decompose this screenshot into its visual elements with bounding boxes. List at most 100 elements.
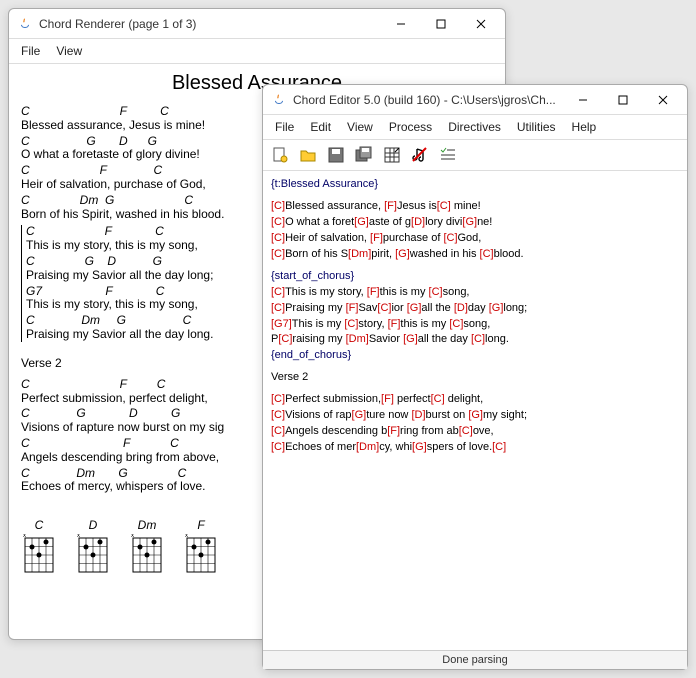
lyric-token: pirit, <box>371 248 395 260</box>
lyric-token: long. <box>485 333 509 345</box>
grid-icon[interactable] <box>381 144 403 166</box>
chord-token: [D] <box>411 216 425 228</box>
lyric-token: burst on <box>426 409 469 421</box>
menu-directives[interactable]: Directives <box>440 117 509 137</box>
menu-help[interactable]: Help <box>564 117 605 137</box>
lyric-token: aste of g <box>369 216 411 228</box>
renderer-titlebar: Chord Renderer (page 1 of 3) <box>9 9 505 39</box>
chord-diagram-d: Dx <box>75 518 111 576</box>
chord-token: [C] <box>271 286 285 298</box>
chord-token: [G] <box>407 302 422 314</box>
menu-view[interactable]: View <box>48 41 90 61</box>
lyric-token: Echoes of mer <box>285 441 356 453</box>
close-button[interactable] <box>643 86 683 114</box>
lyric-token: all the <box>421 302 453 314</box>
lyric-token: my sight; <box>483 409 527 421</box>
svg-text:x: x <box>131 534 134 539</box>
menu-view[interactable]: View <box>339 117 381 137</box>
java-icon <box>17 16 33 32</box>
lyric-token: raising my <box>292 333 345 345</box>
lyric-token: Blessed assurance, <box>285 200 384 212</box>
renderer-menubar: FileView <box>9 39 505 64</box>
lyric-token: this is my <box>400 318 449 330</box>
editor-line: [C]Praising my [F]Sav[C]ior [G]all the [… <box>271 301 679 317</box>
maximize-button[interactable] <box>603 86 643 114</box>
chord-token: [F] <box>384 200 397 212</box>
chord-token: [C] <box>429 286 443 298</box>
menu-file[interactable]: File <box>267 117 302 137</box>
editor-toolbar <box>263 140 687 171</box>
lyric-token: blood. <box>494 248 524 260</box>
lyric-token: Perfect submission, <box>285 393 381 405</box>
chord-token: [C] <box>344 318 358 330</box>
chord-token: [C] <box>271 216 285 228</box>
lyric-token: song, <box>463 318 490 330</box>
chord-token: [G7] <box>271 318 292 330</box>
lyric-token: God, <box>458 232 482 244</box>
chord-token: [Dm] <box>348 248 371 260</box>
menu-process[interactable]: Process <box>381 117 440 137</box>
fretboard-icon: x <box>129 534 165 576</box>
editor-text-area[interactable]: {t:Blessed Assurance}[C]Blessed assuranc… <box>263 171 687 650</box>
chord-token: [C] <box>480 248 494 260</box>
editor-line: {t:Blessed Assurance} <box>271 177 679 193</box>
diagram-label: D <box>89 518 98 532</box>
chord-token: [G] <box>489 302 504 314</box>
lyric-token: Heir of salvation, <box>285 232 370 244</box>
editor-line: {end_of_chorus} <box>271 348 679 364</box>
chord-token: [C] <box>459 425 473 437</box>
disable-music-icon[interactable] <box>409 144 431 166</box>
lyric-token: all the day <box>418 333 471 345</box>
close-button[interactable] <box>461 10 501 38</box>
editor-line: [C]Born of his S[Dm]pirit, [G]washed in … <box>271 247 679 263</box>
menu-file[interactable]: File <box>13 41 48 61</box>
chord-token: [C] <box>431 393 445 405</box>
editor-line: {start_of_chorus} <box>271 269 679 285</box>
lyric-token: perfect <box>394 393 431 405</box>
chord-token: [C] <box>271 200 285 212</box>
fretboard-icon: x <box>21 534 57 576</box>
lyric-token: song, <box>443 286 470 298</box>
lyric-token: Born of his S <box>285 248 348 260</box>
lyric-token: cy, whi <box>379 441 412 453</box>
minimize-button[interactable] <box>563 86 603 114</box>
chord-token: [C] <box>449 318 463 330</box>
lyric-token: purchase of <box>383 232 444 244</box>
chord-diagram-c: Cx <box>21 518 57 576</box>
editor-line: Verse 2 <box>271 370 679 386</box>
save-all-icon[interactable] <box>353 144 375 166</box>
chord-token: [F] <box>388 318 401 330</box>
menu-utilities[interactable]: Utilities <box>509 117 564 137</box>
editor-line: [C]O what a foret[G]aste of g[D]lory div… <box>271 215 679 231</box>
chord-token: [C] <box>271 232 285 244</box>
editor-line: P[C]raising my [Dm]Savior [G]all the day… <box>271 332 679 348</box>
minimize-button[interactable] <box>381 10 421 38</box>
lyric-token: washed in his <box>410 248 480 260</box>
lyric-token: This is my <box>292 318 345 330</box>
lyric-token: ture now <box>366 409 411 421</box>
chord-token: [C] <box>377 302 391 314</box>
checklist-icon[interactable] <box>437 144 459 166</box>
lyric-token: ne! <box>477 216 492 228</box>
save-icon[interactable] <box>325 144 347 166</box>
open-file-icon[interactable] <box>297 144 319 166</box>
editor-line: [C]Echoes of mer[Dm]cy, whi[G]spers of l… <box>271 440 679 456</box>
lyric-token: Sav <box>358 302 377 314</box>
chord-token: [G] <box>354 216 369 228</box>
chord-token: [Dm] <box>356 441 379 453</box>
chord-token: [C] <box>443 232 457 244</box>
diagram-label: F <box>197 518 204 532</box>
chord-token: [D] <box>454 302 468 314</box>
chord-token: [F] <box>346 302 359 314</box>
menu-edit[interactable]: Edit <box>302 117 339 137</box>
chord-token: [C] <box>492 441 506 453</box>
chord-token: [F] <box>367 286 380 298</box>
svg-text:x: x <box>23 534 26 539</box>
lyric-token: Visions of rap <box>285 409 351 421</box>
chord-token: [F] <box>387 425 400 437</box>
lyric-token: delight, <box>445 393 484 405</box>
new-file-icon[interactable] <box>269 144 291 166</box>
chord-diagram-dm: Dmx <box>129 518 165 576</box>
maximize-button[interactable] <box>421 10 461 38</box>
editor-window: Chord Editor 5.0 (build 160) - C:\Users\… <box>262 84 688 670</box>
